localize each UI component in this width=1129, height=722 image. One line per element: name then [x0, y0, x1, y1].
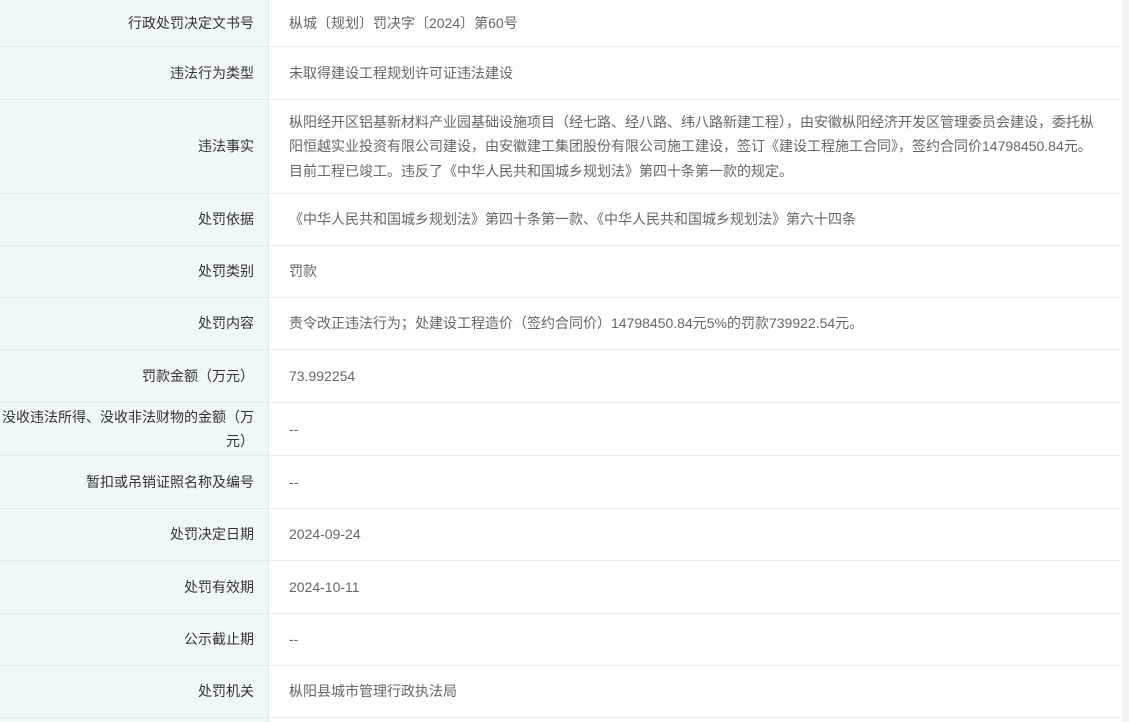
row-label: 处罚有效期: [0, 561, 269, 614]
table-row: 没收违法所得、没收非法财物的金额（万元） --: [0, 403, 1120, 456]
row-label: 处罚决定日期: [0, 509, 269, 561]
row-value: 枞阳经开区铝基新材料产业园基础设施项目（经七路、经八路、纬八路新建工程），由安徽…: [269, 100, 1120, 194]
row-label: 暂扣或吊销证照名称及编号: [0, 456, 269, 509]
row-label: 违法事实: [0, 100, 269, 194]
row-label: 处罚内容: [0, 298, 269, 350]
row-label: 行政处罚决定文书号: [0, 0, 269, 47]
row-value: 2024-09-24: [269, 509, 1120, 561]
row-value: 枞阳县城市管理行政执法局: [269, 666, 1120, 718]
table-row: 违法行为类型 未取得建设工程规划许可证违法建设: [0, 47, 1120, 100]
row-label: 违法行为类型: [0, 47, 269, 100]
row-value: 73.992254: [269, 350, 1120, 403]
table-row: 处罚类别 罚款: [0, 246, 1120, 298]
penalty-info-table: 行政处罚决定文书号 枞城〔规划〕罚决字〔2024〕第60号 违法行为类型 未取得…: [0, 0, 1120, 722]
row-value: 2024-10-11: [269, 561, 1120, 614]
row-value: [269, 718, 1120, 722]
row-value: 《中华人民共和国城乡规划法》第四十条第一款、《中华人民共和国城乡规划法》第六十四…: [269, 194, 1120, 246]
row-label: 没收违法所得、没收非法财物的金额（万元）: [0, 403, 269, 456]
row-value: 未取得建设工程规划许可证违法建设: [269, 47, 1120, 100]
table-row: 处罚依据 《中华人民共和国城乡规划法》第四十条第一款、《中华人民共和国城乡规划法…: [0, 194, 1120, 246]
row-value: 责令改正违法行为；处建设工程造价（签约合同价）14798450.84元5%的罚款…: [269, 298, 1120, 350]
table-row: 暂扣或吊销证照名称及编号 --: [0, 456, 1120, 509]
row-label: 公示截止期: [0, 614, 269, 666]
table-row: 处罚内容 责令改正违法行为；处建设工程造价（签约合同价）14798450.84元…: [0, 298, 1120, 350]
penalty-disclosure-page: 行政处罚决定文书号 枞城〔规划〕罚决字〔2024〕第60号 违法行为类型 未取得…: [0, 0, 1129, 722]
table-row: 处罚有效期 2024-10-11: [0, 561, 1120, 614]
table-row-partial: [0, 718, 1120, 722]
row-value: --: [269, 456, 1120, 509]
row-value: 罚款: [269, 246, 1120, 298]
row-label: 处罚类别: [0, 246, 269, 298]
row-label: [0, 718, 269, 722]
row-label: 处罚依据: [0, 194, 269, 246]
table-row: 处罚决定日期 2024-09-24: [0, 509, 1120, 561]
scrollbar-track[interactable]: [1122, 0, 1129, 722]
table-row: 违法事实 枞阳经开区铝基新材料产业园基础设施项目（经七路、经八路、纬八路新建工程…: [0, 100, 1120, 194]
row-value: --: [269, 403, 1120, 456]
table-row: 罚款金额（万元） 73.992254: [0, 350, 1120, 403]
row-label: 处罚机关: [0, 666, 269, 718]
table-row: 行政处罚决定文书号 枞城〔规划〕罚决字〔2024〕第60号: [0, 0, 1120, 47]
row-value: 枞城〔规划〕罚决字〔2024〕第60号: [269, 0, 1120, 47]
table-row: 公示截止期 --: [0, 614, 1120, 666]
row-value: --: [269, 614, 1120, 666]
row-label: 罚款金额（万元）: [0, 350, 269, 403]
table-row: 处罚机关 枞阳县城市管理行政执法局: [0, 666, 1120, 718]
